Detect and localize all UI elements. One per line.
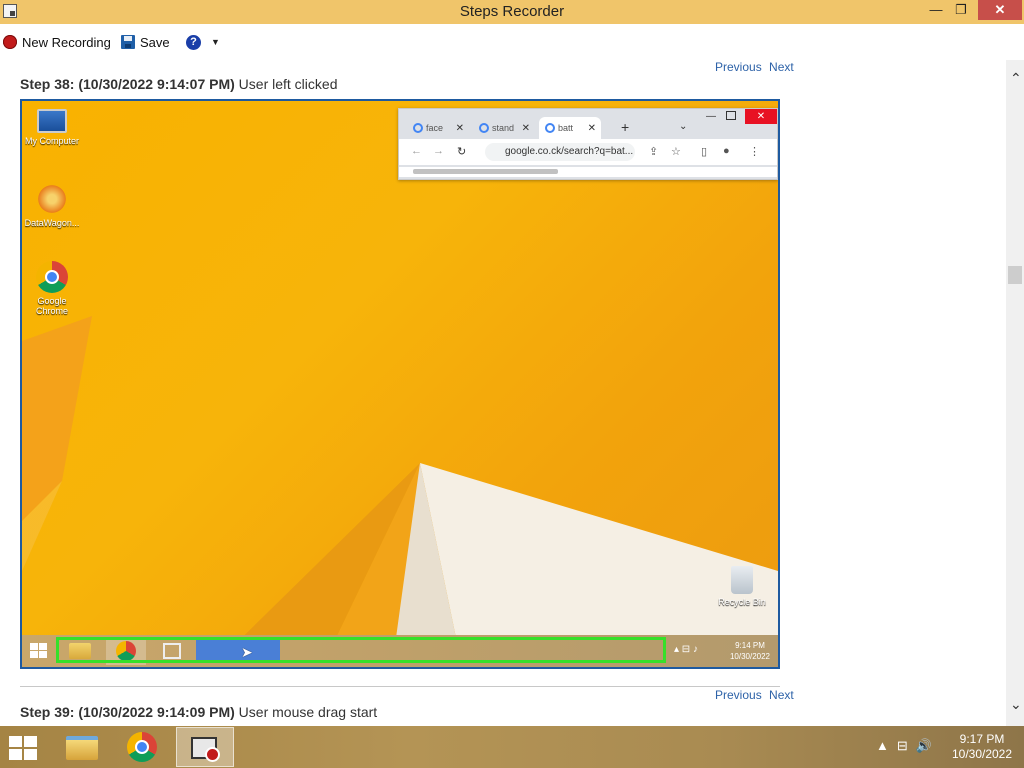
windows-start-icon[interactable]: [30, 643, 48, 659]
toolbar: New Recording Save ? ▼: [0, 24, 818, 60]
address-bar[interactable]: google.co.ck/search?q=bat...: [485, 143, 635, 161]
steps-content: Previous Next Step 38: (10/30/2022 9:14:…: [0, 60, 1006, 726]
desktop-icon-chrome[interactable]: Google Chrome: [22, 261, 82, 316]
browser-tab-active[interactable]: batt ✕: [539, 117, 601, 139]
taskbar-clock[interactable]: 9:17 PM 10/30/2022: [944, 732, 1020, 762]
chrome-icon: [36, 261, 68, 293]
sidepanel-icon[interactable]: ▯: [701, 145, 707, 158]
cursor-icon: ➤: [241, 644, 253, 660]
google-icon: [545, 123, 555, 133]
minimize-icon[interactable]: —: [706, 111, 716, 122]
browser-toolbar: ← → ↻ google.co.ck/search?q=bat... ⇪ ☆ ▯…: [399, 139, 777, 165]
google-icon: [413, 123, 423, 133]
step-separator: [20, 686, 780, 687]
clock-time: 9:17 PM: [959, 732, 1005, 746]
close-icon[interactable]: ✕: [522, 123, 530, 134]
maximize-icon[interactable]: [726, 111, 736, 120]
profile-icon[interactable]: ●: [723, 145, 730, 157]
recycle-bin-icon: [731, 566, 753, 594]
step-nav: Previous Next: [711, 60, 794, 74]
back-icon[interactable]: ←: [411, 145, 422, 157]
datawagon-icon: [36, 183, 68, 215]
horizontal-scrollbar[interactable]: [399, 167, 777, 177]
save-icon: [121, 35, 135, 49]
window-title: Steps Recorder: [459, 3, 565, 20]
new-tab-icon[interactable]: +: [621, 119, 629, 135]
step-heading: Step 39: (10/30/2022 9:14:09 PM) User mo…: [20, 704, 377, 720]
screenshot-taskbar: ➤ ▴ ⊟ ♪ 9:14 PM 10/30/2022: [22, 635, 778, 667]
save-label: Save: [140, 34, 170, 50]
windows-start-icon[interactable]: [9, 736, 39, 760]
next-link[interactable]: Next: [769, 60, 794, 74]
clock-time: 9:14 PM: [735, 641, 765, 650]
record-icon: [3, 35, 17, 49]
help-icon: ?: [186, 34, 201, 50]
clock-date: 10/30/2022: [951, 747, 1013, 761]
close-icon[interactable]: ✕: [588, 123, 596, 134]
star-icon[interactable]: ☆: [671, 145, 681, 158]
click-highlight: [56, 637, 666, 663]
next-link[interactable]: Next: [769, 688, 794, 702]
step-label: Step 38: (10/30/2022 9:14:07 PM): [20, 76, 235, 92]
desktop-icon-label: Google Chrome: [35, 296, 68, 316]
chevron-down-icon[interactable]: ⌄: [679, 121, 687, 132]
step-action: User mouse drag start: [238, 704, 378, 720]
desktop-icon-label: DataWagon...: [24, 218, 80, 228]
browser-tab[interactable]: stand ✕: [473, 117, 535, 139]
new-recording-label: New Recording: [22, 34, 111, 50]
wallpaper: [22, 316, 778, 667]
taskbar: ▲ ⊟ 🔊 9:17 PM 10/30/2022: [0, 726, 1024, 768]
close-icon[interactable]: ✕: [456, 123, 464, 134]
previous-link[interactable]: Previous: [715, 60, 762, 74]
desktop-icon-recycle-bin[interactable]: Recycle Bin: [712, 566, 772, 607]
browser-tab-label: batt: [558, 123, 574, 133]
file-explorer-icon: [66, 736, 98, 760]
clock-date: 10/30/2022: [729, 652, 770, 661]
steps-recorder-icon: [191, 737, 220, 762]
browser-window[interactable]: face ✕ stand ✕ batt ✕ + ⌄ — ✕ ← → ↻ goog…: [398, 108, 778, 180]
computer-icon: [37, 109, 67, 133]
browser-tab[interactable]: face ✕: [407, 117, 469, 139]
step-label: Step 39: (10/30/2022 9:14:09 PM): [20, 704, 235, 720]
desktop-icon-datawagon[interactable]: DataWagon...: [22, 183, 82, 228]
step-nav: Previous Next: [711, 688, 794, 702]
scrollbar-thumb[interactable]: [1008, 266, 1022, 284]
previous-link[interactable]: Previous: [715, 688, 762, 702]
screenshot-clock: 9:14 PM 10/30/2022: [730, 640, 770, 662]
vertical-scrollbar[interactable]: ⌃ ⌄: [1006, 60, 1024, 726]
chrome-button[interactable]: [114, 727, 170, 767]
title-bar: Steps Recorder — ❐ ✕: [0, 0, 1024, 24]
step-screenshot[interactable]: My Computer DataWagon... Google Chrome R…: [20, 99, 780, 669]
tray-icons: ▴ ⊟ ♪: [674, 644, 698, 655]
chevron-down-icon[interactable]: ▼: [211, 37, 220, 47]
scroll-up-icon[interactable]: ⌃: [1010, 70, 1022, 87]
share-icon[interactable]: ⇪: [649, 145, 658, 158]
menu-icon[interactable]: ⋮: [749, 145, 760, 158]
system-tray: ▲ ⊟ 🔊: [876, 738, 932, 754]
network-icon[interactable]: ⊟: [897, 738, 908, 754]
google-icon: [479, 123, 489, 133]
browser-tab-label: face: [426, 123, 444, 133]
reload-icon[interactable]: ↻: [457, 145, 466, 158]
file-explorer-button[interactable]: [54, 727, 110, 767]
desktop-icon-label: My Computer: [24, 136, 79, 146]
desktop-icon-label: Recycle Bin: [718, 597, 766, 607]
help-button[interactable]: ? ▼: [186, 32, 220, 52]
forward-icon[interactable]: →: [433, 145, 444, 157]
browser-tab-label: stand: [492, 123, 515, 133]
save-button[interactable]: Save: [121, 32, 170, 52]
close-icon[interactable]: ✕: [745, 109, 777, 124]
show-hidden-icons-icon[interactable]: ▲: [876, 738, 889, 754]
step-heading: Step 38: (10/30/2022 9:14:07 PM) User le…: [20, 76, 337, 92]
close-button[interactable]: ✕: [978, 0, 1022, 20]
maximize-button[interactable]: ❐: [946, 0, 976, 20]
new-recording-button[interactable]: New Recording: [3, 32, 111, 52]
scroll-down-icon[interactable]: ⌄: [1010, 696, 1022, 713]
step-action: User left clicked: [238, 76, 338, 92]
volume-icon[interactable]: 🔊: [916, 738, 932, 754]
steps-recorder-button[interactable]: [176, 727, 234, 767]
desktop-icon-my-computer[interactable]: My Computer: [22, 109, 82, 146]
chrome-icon: [127, 732, 157, 762]
